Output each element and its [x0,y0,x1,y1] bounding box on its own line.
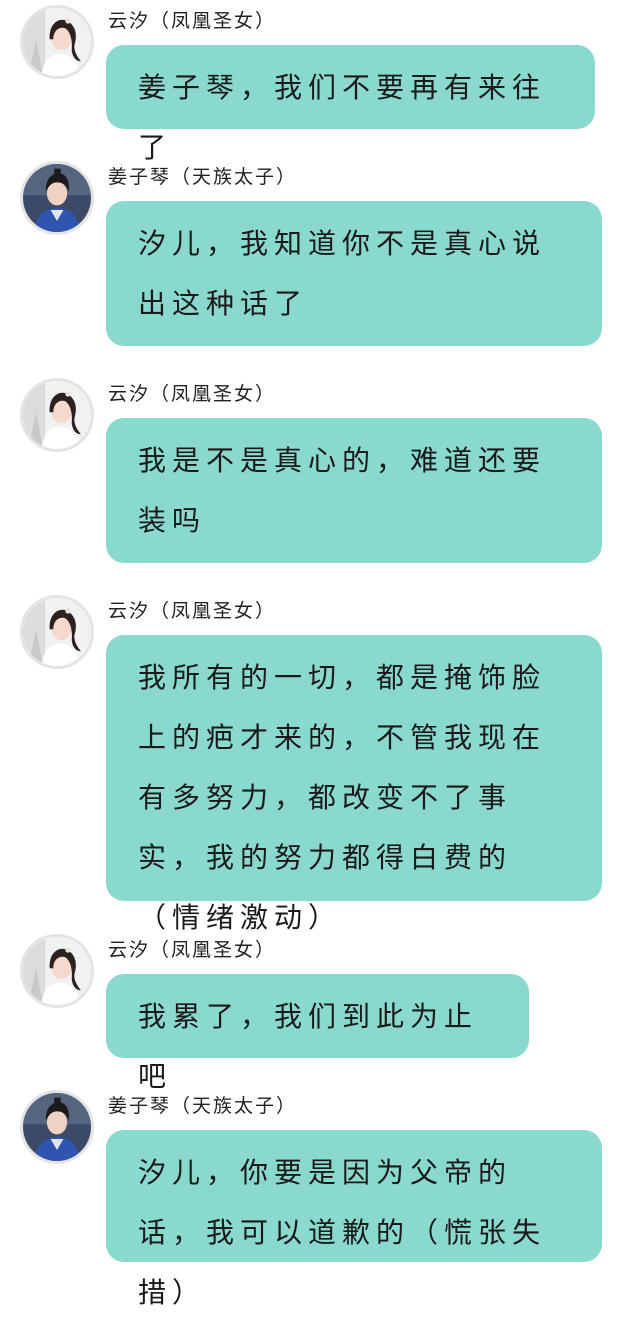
message-bubble[interactable]: 姜子琴，我们不要再有来往了 [106,45,595,164]
sender-name: 姜子琴（天族太子） [108,1095,298,1117]
female-avatar-icon[interactable] [20,378,94,452]
message-bubble[interactable]: 我所有的一切，都是掩饰脸上的疤才来的，不管我现在有多努力，都改变不了事实，我的努… [106,635,602,934]
sender-name: 姜子琴（天族太子） [108,166,298,188]
male-avatar-icon[interactable] [20,161,94,235]
chat-thread: 云汐（凤凰圣女） 姜子琴，我们不要再有来往了 姜子琴（天族太子） 汐儿，我知道你… [0,0,640,1309]
sender-name: 云汐（凤凰圣女） [108,10,277,32]
sender-name: 云汐（凤凰圣女） [108,939,277,961]
female-avatar-icon[interactable] [20,5,94,79]
male-avatar-icon[interactable] [20,1090,94,1164]
message-bubble[interactable]: 我是不是真心的，难道还要装吗 [106,418,602,563]
female-avatar-icon[interactable] [20,595,94,669]
message-bubble[interactable]: 汐儿，你要是因为父帝的话，我可以道歉的（慌张失措） [106,1130,602,1309]
female-avatar-icon[interactable] [20,934,94,1008]
sender-name: 云汐（凤凰圣女） [108,383,277,405]
message-bubble[interactable]: 汐儿，我知道你不是真心说出这种话了 [106,201,602,346]
sender-name: 云汐（凤凰圣女） [108,600,277,622]
message-bubble[interactable]: 我累了，我们到此为止吧 [106,974,529,1093]
